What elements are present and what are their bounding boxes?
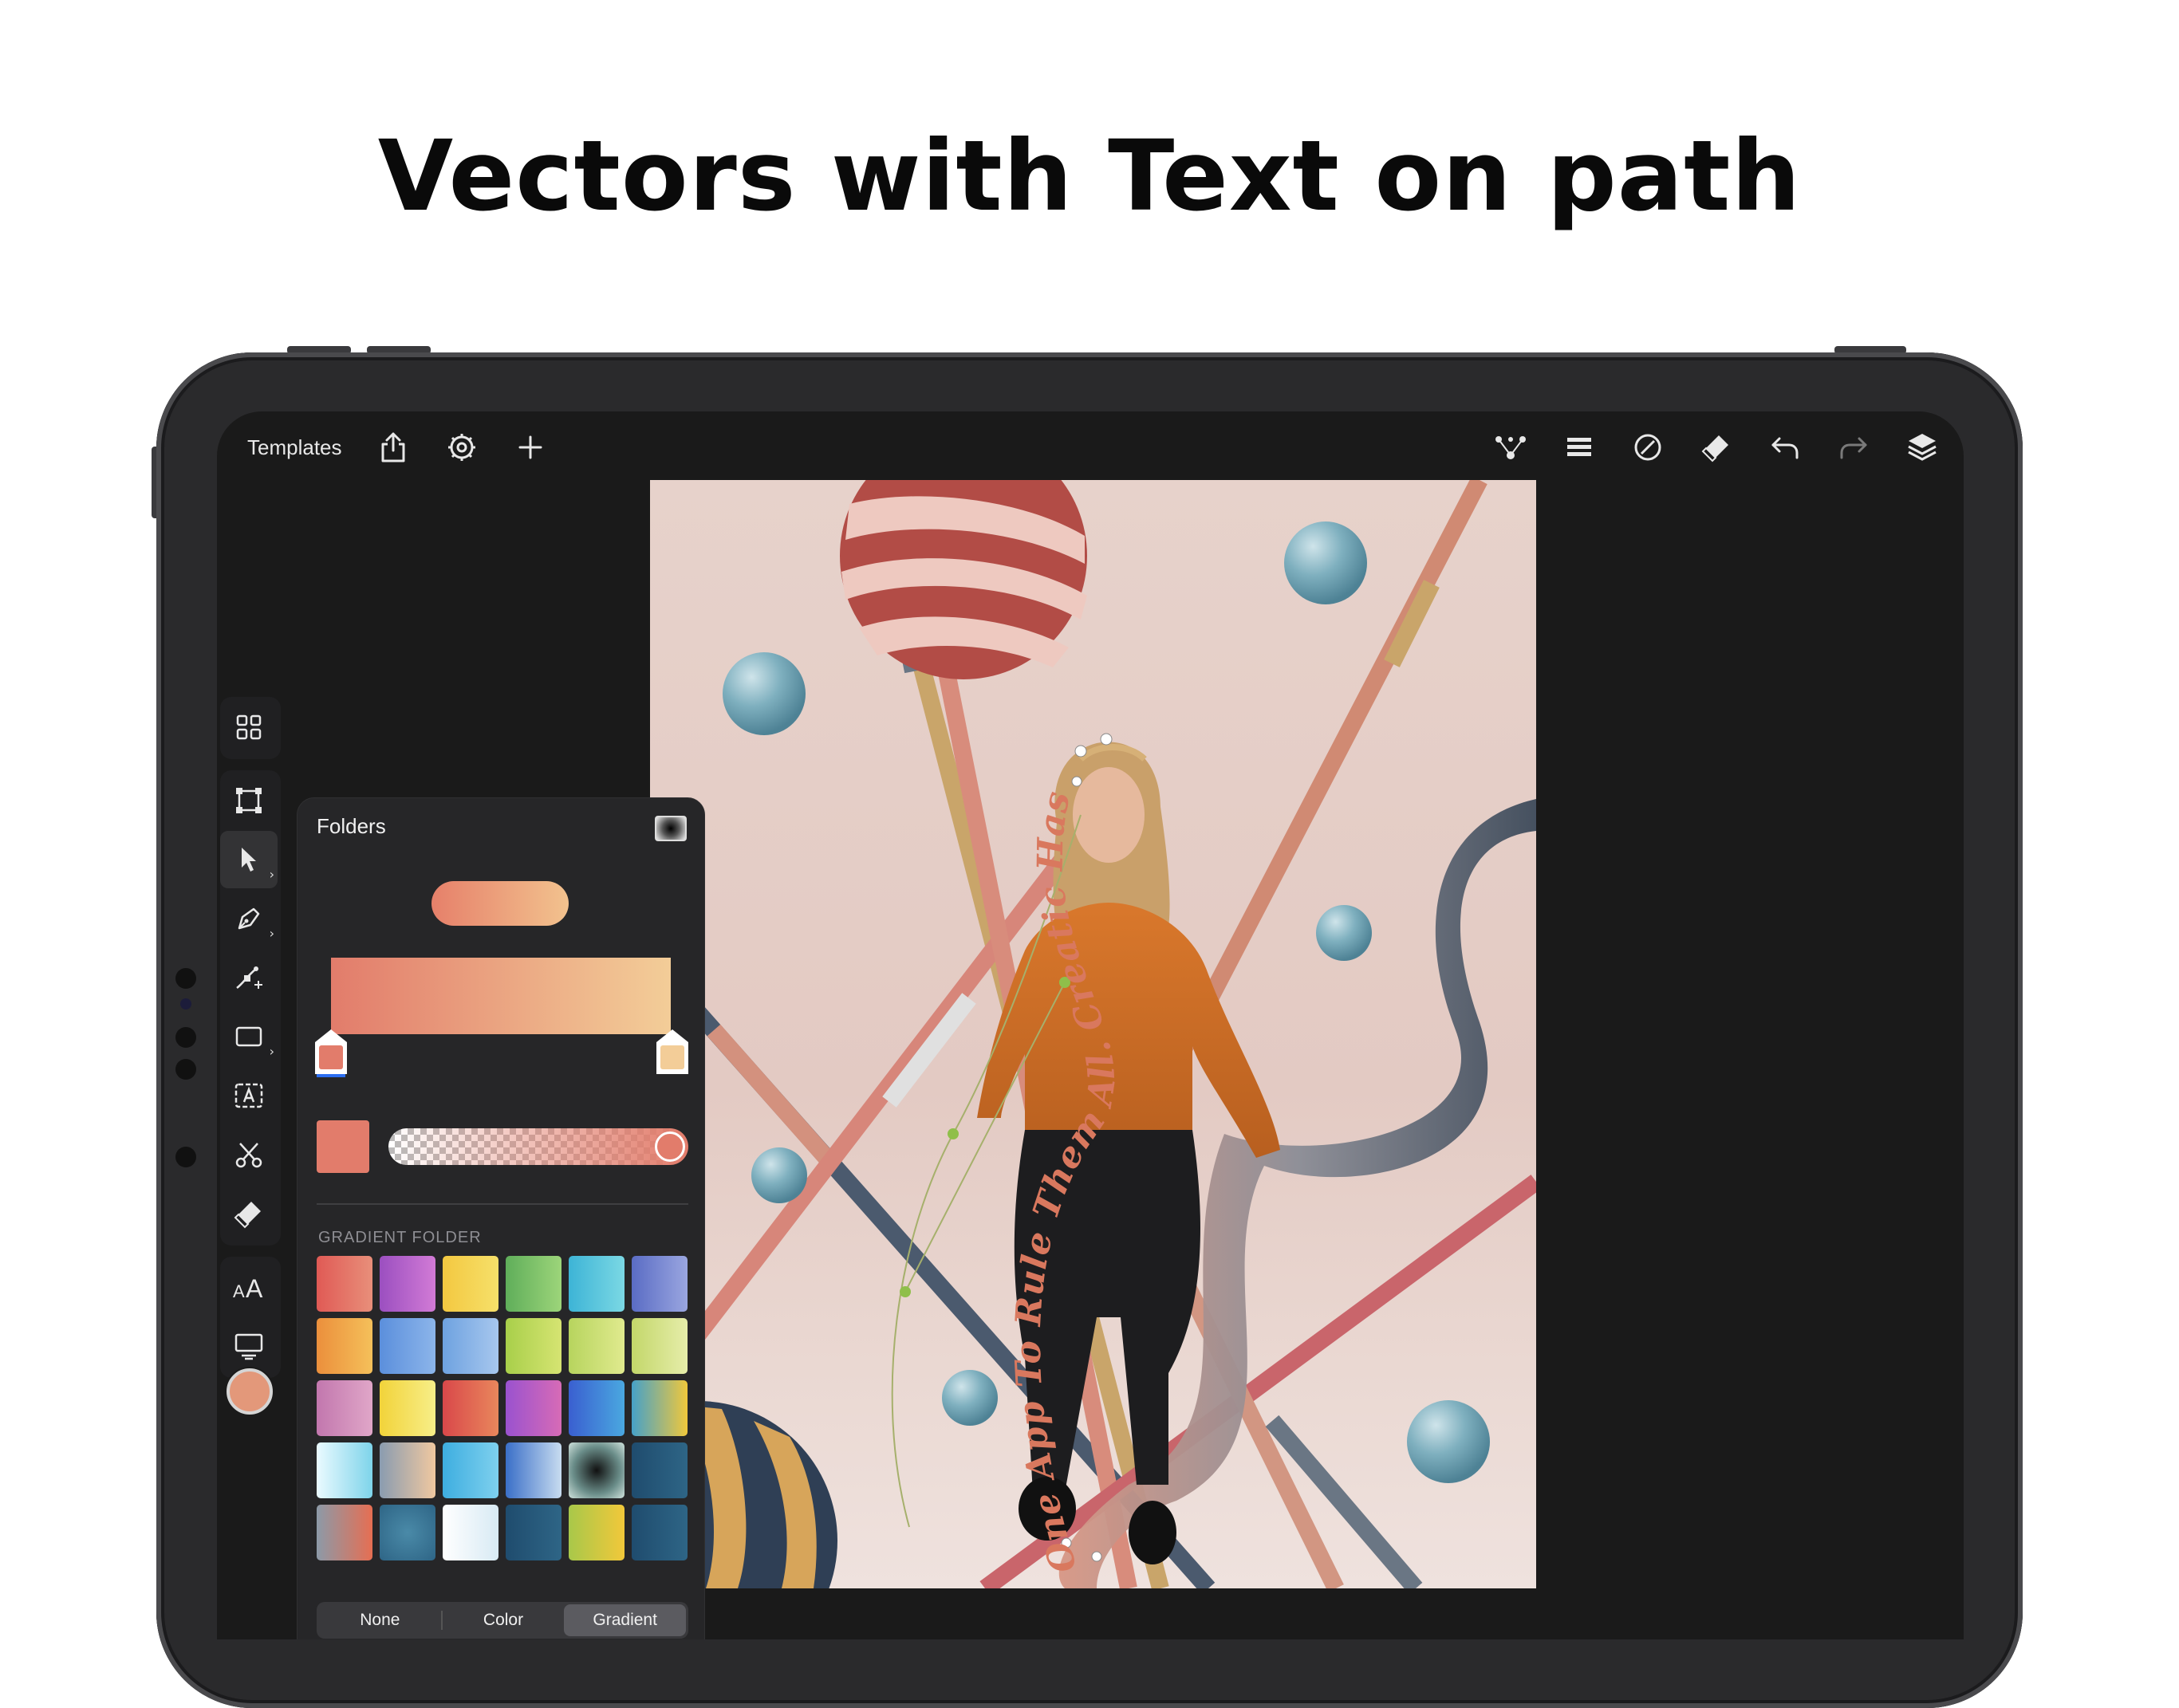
grid-icon[interactable] [220, 699, 278, 756]
camera-dot-4 [175, 1147, 196, 1167]
gradient-swatch[interactable] [569, 1505, 625, 1560]
chevron-right-icon: › [269, 926, 274, 941]
eraser-icon[interactable] [1699, 430, 1734, 465]
gradient-swatch[interactable] [380, 1505, 435, 1560]
gradient-swatch[interactable] [632, 1256, 688, 1312]
sensor-dot [180, 998, 191, 1009]
gradient-swatch[interactable] [380, 1442, 435, 1498]
rectangle-icon[interactable]: › [220, 1008, 278, 1065]
scissors-icon[interactable] [220, 1126, 278, 1183]
share-icon[interactable] [376, 430, 411, 465]
font-size-icon[interactable]: AA [220, 1258, 278, 1316]
gradient-swatch[interactable] [317, 1505, 372, 1560]
gradient-swatch[interactable] [443, 1256, 498, 1312]
gradient-swatch[interactable] [443, 1380, 498, 1436]
gradient-swatch[interactable] [317, 1256, 372, 1312]
opacity-slider-knob[interactable] [655, 1131, 685, 1162]
gradient-swatch[interactable] [632, 1505, 688, 1560]
gradient-swatch[interactable] [317, 1380, 372, 1436]
plus-icon[interactable] [513, 430, 548, 465]
gradient-swatch[interactable] [443, 1318, 498, 1374]
node-add-icon[interactable] [220, 949, 278, 1006]
fill-mode-color[interactable]: Color [443, 1604, 565, 1636]
gradient-stop-end[interactable] [655, 1028, 690, 1077]
gradient-swatch[interactable] [569, 1318, 625, 1374]
top-toolbar: Templates [217, 411, 1964, 483]
undo-icon[interactable] [1767, 430, 1803, 465]
gradient-swatch[interactable] [506, 1256, 561, 1312]
gradient-swatch-grid [317, 1256, 688, 1560]
redo-icon[interactable] [1836, 430, 1871, 465]
svg-text:A: A [246, 1274, 263, 1301]
fill-mode-segmented-control: None Color Gradient [317, 1602, 688, 1639]
gradient-swatch[interactable] [506, 1318, 561, 1374]
gradient-swatch[interactable] [569, 1256, 625, 1312]
templates-button[interactable]: Templates [247, 435, 342, 460]
gradient-swatch[interactable] [569, 1442, 625, 1498]
layers-icon[interactable] [1905, 430, 1940, 465]
gradient-swatch[interactable] [632, 1318, 688, 1374]
pen-icon[interactable]: › [220, 890, 278, 947]
gradient-swatch[interactable] [506, 1380, 561, 1436]
no-fill-icon[interactable] [1630, 430, 1665, 465]
tool-sidebar: › › › AA [220, 697, 281, 1389]
gradient-swatch[interactable] [506, 1442, 561, 1498]
color-well[interactable] [227, 1368, 273, 1415]
select-arrow-icon[interactable]: › [220, 831, 278, 888]
camera-dot-3 [175, 1059, 196, 1080]
gradient-swatch[interactable] [317, 1318, 372, 1374]
gradient-swatch[interactable] [506, 1505, 561, 1560]
fill-mode-gradient[interactable]: Gradient [564, 1604, 687, 1636]
gradient-swatch[interactable] [380, 1256, 435, 1312]
panel-title: Folders [317, 814, 386, 838]
divider [317, 1203, 688, 1205]
gradient-folder-label: GRADIENT FOLDER [318, 1229, 482, 1246]
gradient-swatch[interactable] [443, 1442, 498, 1498]
chevron-right-icon: › [269, 867, 274, 882]
camera-dot [175, 968, 196, 989]
gradient-bar[interactable] [331, 958, 671, 1034]
camera-dot-2 [175, 1027, 196, 1048]
gradient-swatch[interactable] [317, 1442, 372, 1498]
gradient-swatch[interactable] [632, 1442, 688, 1498]
monitor-icon[interactable] [220, 1317, 278, 1375]
gradient-panel: Folders GRADIENT FOLDER None Color Gradi… [297, 797, 705, 1639]
svg-text:A: A [233, 1281, 245, 1301]
gradient-preview [431, 881, 569, 926]
menu-lines-icon[interactable] [1562, 430, 1597, 465]
path-nodes-icon[interactable] [1493, 430, 1528, 465]
gradient-stop-start[interactable] [313, 1028, 349, 1077]
fill-mode-none[interactable]: None [319, 1604, 441, 1636]
settings-gear-icon[interactable] [444, 430, 479, 465]
app-screen: Templates One App To Rule Them All. Crea… [217, 411, 1964, 1639]
gradient-swatch[interactable] [380, 1380, 435, 1436]
opacity-slider[interactable] [388, 1128, 688, 1165]
text-box-icon[interactable] [220, 1067, 278, 1124]
gradient-type-thumbnail[interactable] [655, 816, 687, 841]
gradient-swatch[interactable] [632, 1380, 688, 1436]
headline: Vectors with Text on path [377, 120, 1802, 233]
eraser-tool-icon[interactable] [220, 1185, 278, 1242]
selected-stop-color[interactable] [317, 1120, 369, 1173]
gradient-swatch[interactable] [380, 1318, 435, 1374]
gradient-swatch[interactable] [443, 1505, 498, 1560]
artboard-icon[interactable] [220, 772, 278, 829]
chevron-right-icon: › [269, 1044, 274, 1059]
gradient-swatch[interactable] [569, 1380, 625, 1436]
artwork-canvas[interactable]: One App To Rule Them All. Creatic Has It… [650, 480, 1536, 1588]
artwork-illustration: One App To Rule Them All. Creatic Has It… [650, 480, 1536, 1588]
